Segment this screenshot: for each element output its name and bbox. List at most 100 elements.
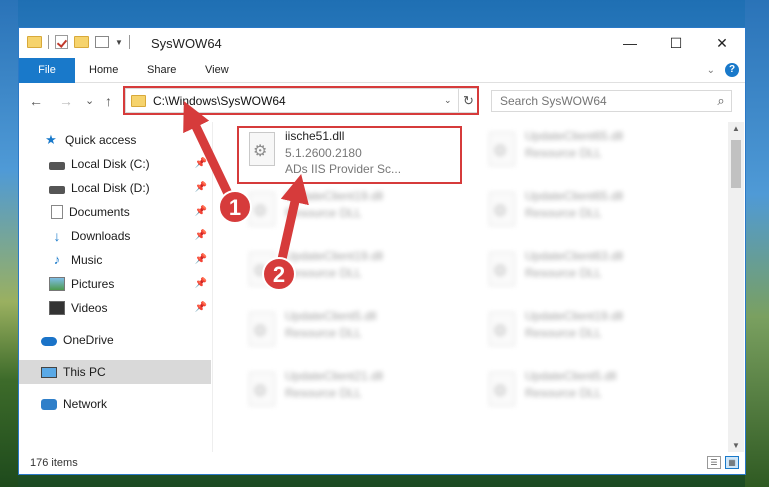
address-highlight-box bbox=[123, 86, 479, 115]
file-description: Resource DLL bbox=[525, 146, 602, 160]
desktop-wallpaper-right bbox=[745, 0, 769, 487]
pin-icon[interactable]: 📌 bbox=[195, 278, 207, 289]
sidebar-item-downloads[interactable]: ↓ Downloads 📌 bbox=[19, 224, 211, 248]
quick-access-toolbar: ▼ bbox=[27, 35, 130, 49]
sidebar-item-pictures[interactable]: Pictures 📌 bbox=[19, 272, 211, 296]
disk-icon bbox=[49, 185, 65, 194]
tab-home[interactable]: Home bbox=[89, 58, 118, 83]
sidebar-item-documents[interactable]: Documents 📌 bbox=[19, 200, 211, 224]
disk-icon bbox=[49, 161, 65, 170]
sidebar-item-label: Quick access bbox=[65, 133, 137, 147]
dll-file-icon bbox=[489, 192, 515, 226]
sidebar-item-local-disk-d[interactable]: Local Disk (D:) 📌 bbox=[19, 176, 211, 200]
network-icon bbox=[41, 398, 57, 410]
sidebar-item-videos[interactable]: Videos 📌 bbox=[19, 296, 211, 320]
window-title: SysWOW64 bbox=[151, 36, 222, 51]
file-name: UpdateClient5.dll bbox=[525, 369, 617, 383]
sidebar-item-local-disk-c[interactable]: Local Disk (C:) 📌 bbox=[19, 152, 211, 176]
videos-icon bbox=[49, 301, 65, 315]
tab-view[interactable]: View bbox=[205, 58, 229, 83]
item-count: 176 items bbox=[30, 457, 78, 469]
sidebar-item-label: Local Disk (D:) bbox=[71, 181, 150, 195]
file-item[interactable]: UpdateClient19.dll Resource DLL bbox=[239, 242, 464, 298]
cloud-icon bbox=[41, 337, 57, 346]
customize-icon[interactable] bbox=[95, 36, 109, 48]
close-button[interactable]: ✕ bbox=[699, 28, 745, 58]
help-icon[interactable]: ? bbox=[725, 63, 739, 77]
forward-button[interactable]: → bbox=[59, 93, 73, 109]
vertical-scrollbar[interactable]: ▲ ▼ bbox=[728, 122, 744, 452]
pc-icon bbox=[41, 366, 57, 378]
search-box[interactable]: ⌕ bbox=[491, 90, 732, 112]
recent-locations-button[interactable]: ⌄ bbox=[85, 94, 94, 107]
pin-icon[interactable]: 📌 bbox=[195, 302, 207, 313]
sidebar-item-quick-access[interactable]: ★ Quick access bbox=[19, 128, 211, 152]
search-icon[interactable]: ⌕ bbox=[711, 93, 731, 109]
file-item[interactable]: UpdateClient19.dll Resource DLL bbox=[479, 302, 704, 358]
dll-file-icon bbox=[249, 372, 275, 406]
tab-file[interactable]: File bbox=[19, 58, 75, 83]
chevron-down-icon[interactable]: ⌄ bbox=[707, 65, 715, 76]
sidebar-item-onedrive[interactable]: OneDrive bbox=[19, 328, 211, 352]
dll-file-icon bbox=[489, 132, 515, 166]
pin-icon[interactable]: 📌 bbox=[195, 254, 207, 265]
sidebar-item-label: Downloads bbox=[71, 229, 131, 243]
document-icon bbox=[51, 205, 63, 219]
file-description: Resource DLL bbox=[525, 266, 602, 280]
tab-share[interactable]: Share bbox=[147, 58, 176, 83]
navigation-pane: ★ Quick access Local Disk (C:) 📌 Local D… bbox=[19, 122, 211, 452]
sidebar-item-music[interactable]: ♪ Music 📌 bbox=[19, 248, 211, 272]
sidebar-item-label: Network bbox=[63, 397, 108, 411]
maximize-button[interactable]: ☐ bbox=[653, 28, 699, 58]
file-item[interactable]: UpdateClient65.dll Resource DLL bbox=[479, 122, 704, 178]
toolbar-separator bbox=[128, 35, 130, 49]
file-item[interactable]: UpdateClient5.dll Resource DLL bbox=[479, 362, 704, 418]
file-item[interactable]: UpdateClient63.dll Resource DLL bbox=[479, 242, 704, 298]
sidebar-item-label: This PC bbox=[63, 365, 106, 379]
scroll-thumb[interactable] bbox=[731, 140, 741, 188]
up-button[interactable]: ↑ bbox=[105, 93, 112, 109]
pane-divider[interactable] bbox=[212, 122, 213, 452]
qat-dropdown-icon[interactable]: ▼ bbox=[115, 38, 123, 47]
new-folder-icon[interactable] bbox=[74, 36, 89, 48]
file-name: UpdateClient5.dll bbox=[285, 309, 377, 323]
details-view-icon[interactable]: ☰ bbox=[707, 456, 721, 469]
sidebar-item-label: Local Disk (C:) bbox=[71, 157, 150, 171]
file-item[interactable]: UpdateClient5.dll Resource DLL bbox=[239, 302, 464, 358]
toolbar-separator bbox=[48, 35, 49, 49]
sidebar-item-network[interactable]: Network bbox=[19, 392, 211, 416]
pin-icon[interactable]: 📌 bbox=[195, 182, 207, 193]
sidebar-item-label: Documents bbox=[69, 205, 130, 219]
file-description: Resource DLL bbox=[525, 206, 602, 220]
scroll-up-icon[interactable]: ▲ bbox=[728, 124, 744, 133]
scroll-down-icon[interactable]: ▼ bbox=[728, 441, 744, 450]
pin-icon[interactable]: 📌 bbox=[195, 206, 207, 217]
pin-icon[interactable]: 📌 bbox=[195, 158, 207, 169]
file-description: Resource DLL bbox=[285, 326, 362, 340]
ribbon-tabs: File Home Share View ⌄ ? bbox=[19, 58, 745, 83]
dll-file-icon bbox=[489, 312, 515, 346]
sidebar-item-label: OneDrive bbox=[63, 333, 114, 347]
dll-file-icon bbox=[249, 252, 275, 286]
file-name: UpdateClient19.dll bbox=[285, 189, 384, 203]
window-controls: — ☐ ✕ bbox=[607, 28, 745, 58]
file-name: UpdateClient21.dll bbox=[285, 369, 384, 383]
download-icon: ↓ bbox=[53, 228, 61, 244]
back-button[interactable]: ← bbox=[29, 93, 43, 109]
file-item[interactable]: UpdateClient21.dll Resource DLL bbox=[239, 362, 464, 418]
dll-file-icon bbox=[489, 372, 515, 406]
file-item[interactable]: UpdateClient65.dll Resource DLL bbox=[479, 182, 704, 238]
dll-file-icon bbox=[489, 252, 515, 286]
dll-file-icon bbox=[249, 192, 275, 226]
star-icon: ★ bbox=[45, 132, 57, 147]
navigation-bar: ← → ⌄ ↑ C:\Windows\SysWOW64 ⌄ ↻ ⌕ bbox=[19, 84, 745, 118]
search-input[interactable] bbox=[500, 94, 711, 108]
minimize-button[interactable]: — bbox=[607, 28, 653, 58]
sidebar-item-this-pc[interactable]: This PC bbox=[19, 360, 211, 384]
properties-check-icon[interactable] bbox=[55, 35, 68, 49]
file-item[interactable]: UpdateClient19.dll Resource DLL bbox=[239, 182, 464, 238]
large-icons-view-icon[interactable]: ▦ bbox=[725, 456, 739, 469]
file-name: UpdateClient19.dll bbox=[525, 309, 624, 323]
pin-icon[interactable]: 📌 bbox=[195, 230, 207, 241]
file-highlight-box bbox=[237, 126, 462, 184]
